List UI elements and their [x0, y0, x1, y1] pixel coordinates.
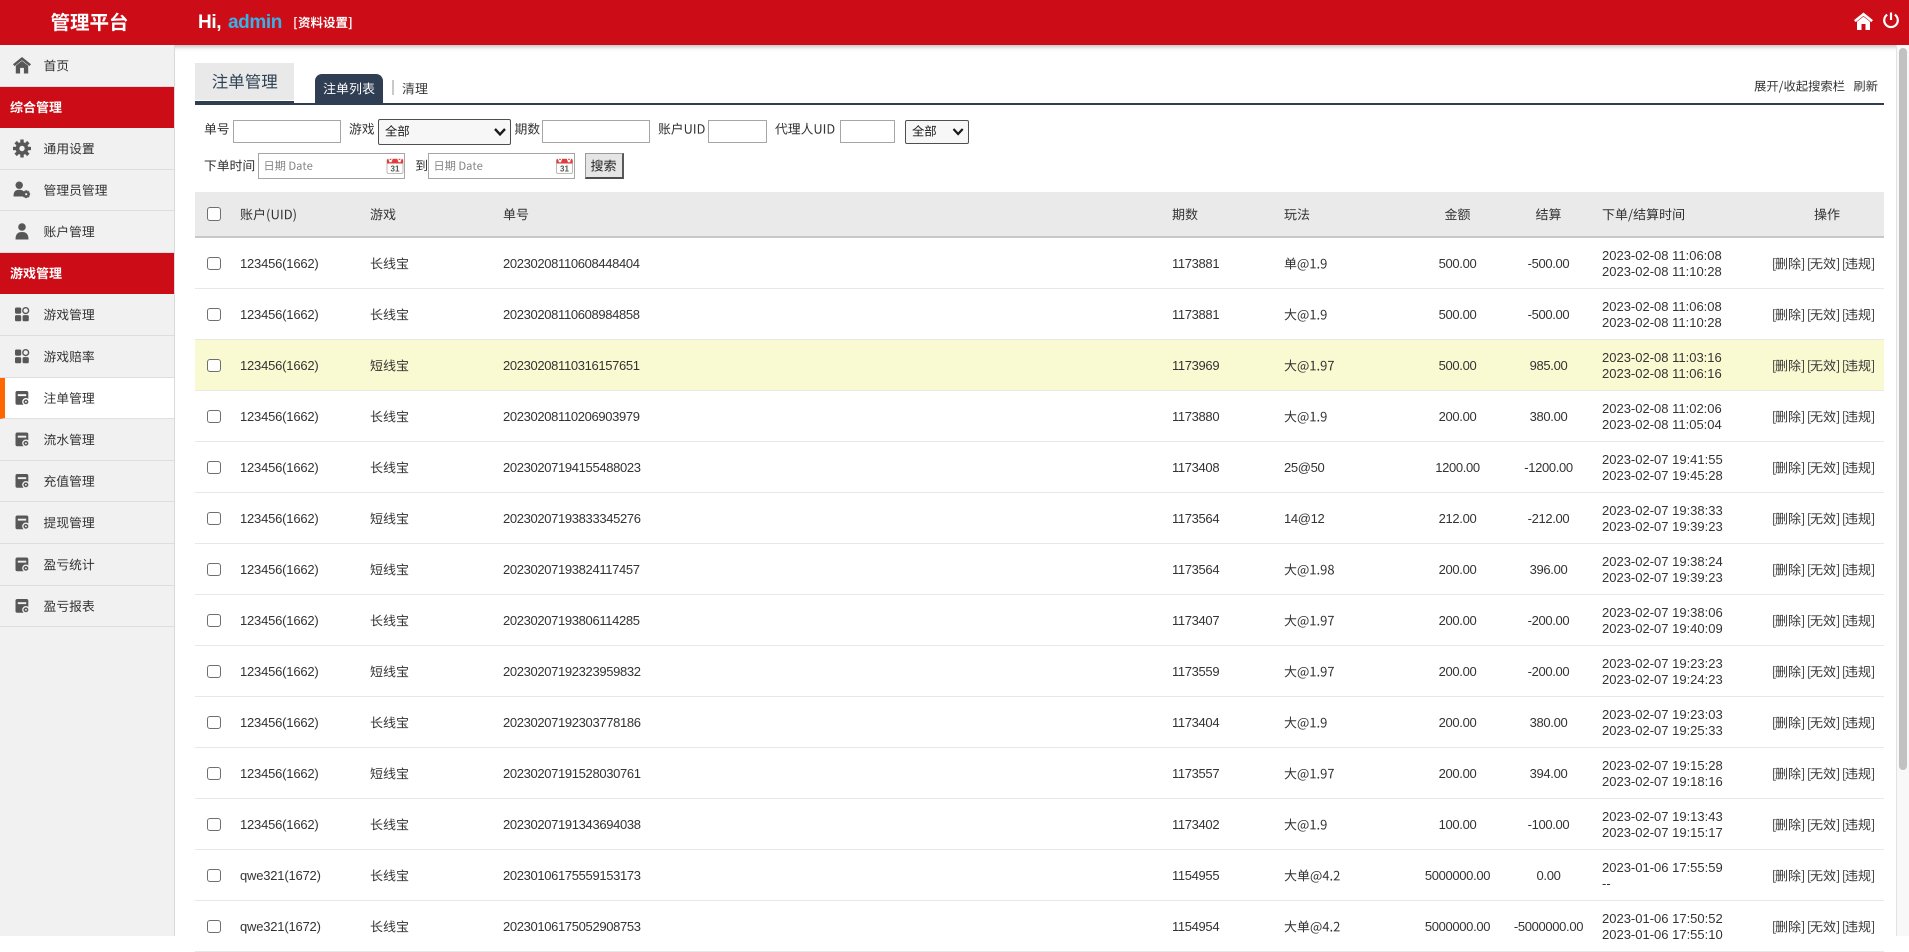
svg-text:31: 31	[560, 164, 569, 173]
svg-text:31: 31	[391, 164, 400, 173]
